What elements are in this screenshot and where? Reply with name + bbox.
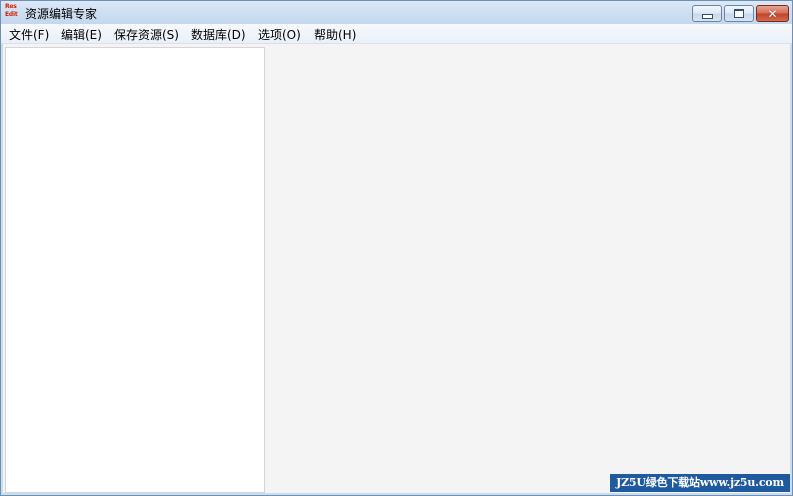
client-area bbox=[3, 44, 790, 493]
menu-save-resource[interactable]: 保存资源(S) bbox=[114, 26, 179, 43]
watermark-banner: JZ5U绿色下载站www.jz5u.com bbox=[610, 474, 790, 492]
minimize-button[interactable] bbox=[692, 5, 722, 22]
maximize-icon bbox=[734, 9, 744, 18]
resource-content-pane[interactable] bbox=[266, 44, 790, 493]
close-icon: ✕ bbox=[767, 6, 778, 21]
close-button[interactable]: ✕ bbox=[756, 5, 789, 22]
app-icon-line-1: Res bbox=[5, 3, 17, 10]
menu-help[interactable]: 帮助(H) bbox=[314, 26, 356, 43]
maximize-button[interactable] bbox=[724, 5, 754, 22]
menu-options[interactable]: 选项(O) bbox=[258, 26, 301, 43]
app-icon[interactable]: Res Edit bbox=[5, 3, 21, 21]
resource-tree-pane[interactable] bbox=[5, 47, 265, 493]
menu-edit[interactable]: 编辑(E) bbox=[61, 26, 102, 43]
minimize-icon bbox=[701, 13, 713, 19]
window-title: 资源编辑专家 bbox=[25, 7, 98, 21]
app-window: Res Edit 资源编辑专家 ✕ 文件(F) 编辑(E) 保存资源(S) 数据… bbox=[0, 0, 793, 496]
title-bar[interactable]: Res Edit 资源编辑专家 ✕ bbox=[1, 1, 792, 24]
menu-file[interactable]: 文件(F) bbox=[9, 26, 49, 43]
menu-bar: 文件(F) 编辑(E) 保存资源(S) 数据库(D) 选项(O) 帮助(H) bbox=[1, 24, 792, 44]
app-icon-line-2: Edit bbox=[5, 11, 18, 18]
menu-database[interactable]: 数据库(D) bbox=[191, 26, 246, 43]
